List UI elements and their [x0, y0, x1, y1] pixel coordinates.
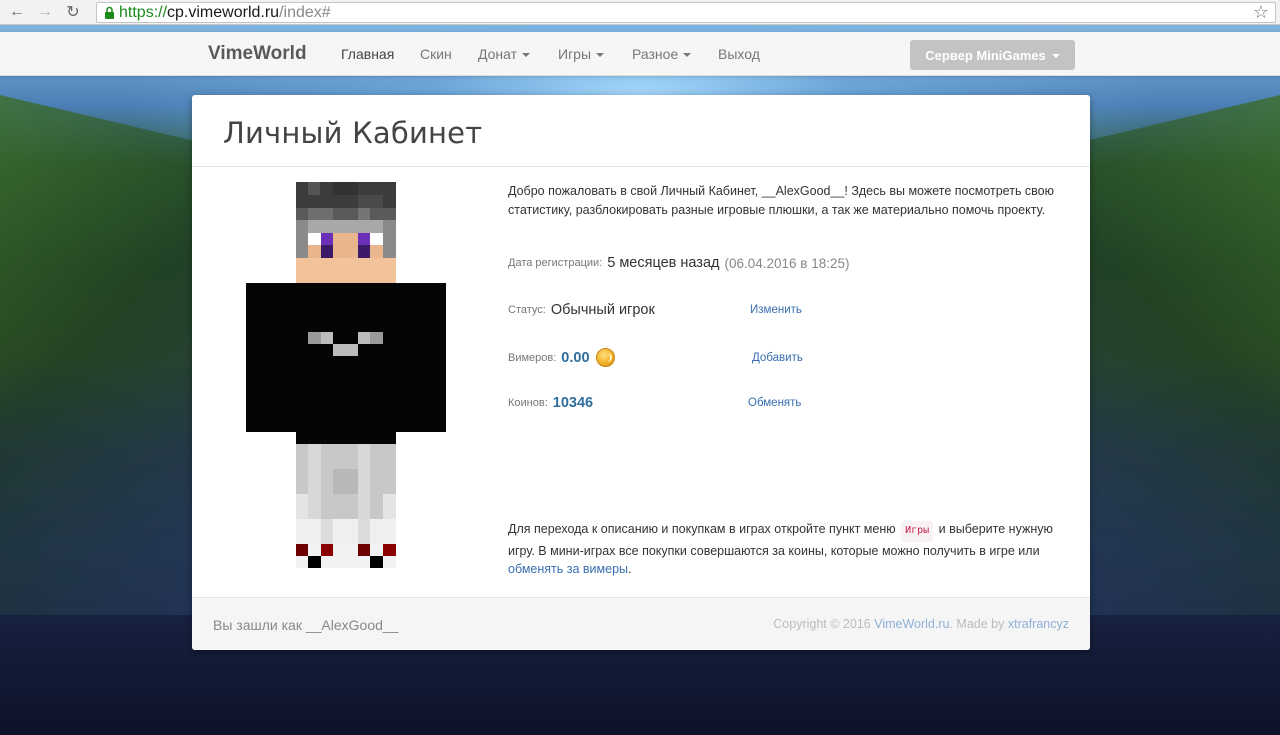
vimers-row: Вимеров: 0.00 Добавить [508, 348, 1058, 367]
coins-value: 10346 [552, 395, 594, 411]
nav-item-logout[interactable]: Выход [718, 46, 760, 62]
coin-icon [595, 348, 615, 367]
caret-down-icon [596, 53, 605, 57]
exchange-coins-link[interactable]: Обменять [748, 397, 801, 409]
player-skin-image [246, 182, 446, 582]
registration-value: 5 месяцев назад [607, 255, 720, 271]
nav-item-label: Главная [341, 46, 395, 62]
server-button-label: Сервер MiniGames [925, 47, 1046, 63]
welcome-text: Добро пожаловать в свой Личный Кабинет, … [508, 184, 1055, 217]
reload-button[interactable]: ↻ [62, 1, 84, 23]
coins-row: Коинов: 10346 Обменять [508, 395, 1058, 411]
card-header: Личный Кабинет [192, 95, 1090, 167]
nav-item-home[interactable]: Главная [341, 46, 394, 62]
site-navbar: VimeWorld Главная Скин Донат Игры Разное… [0, 32, 1280, 76]
nav-item-misc[interactable]: Разное [632, 46, 692, 62]
forward-arrow-icon: → [37, 3, 53, 20]
registration-date: (06.04.2016 в 18:25) [724, 255, 850, 271]
logged-in-as: Вы зашли как __AlexGood__ [213, 617, 398, 633]
status-value: Обычный игрок [550, 302, 655, 318]
status-row: Статус: Обычный игрок Изменить [508, 302, 1058, 318]
caret-down-icon [683, 53, 692, 57]
hint-end: . [628, 562, 632, 576]
change-status-link[interactable]: Изменить [750, 304, 802, 316]
hint-part1: Для перехода к описанию и покупкам в игр… [508, 522, 896, 536]
server-select-button[interactable]: Сервер MiniGames [910, 40, 1075, 70]
caret-down-icon [1051, 54, 1060, 58]
nav-item-label: Донат [478, 46, 518, 62]
url-path: /index# [279, 3, 331, 21]
status-label: Статус: [508, 304, 546, 316]
exchange-for-vimers-link[interactable]: обменять за вимеры [508, 562, 628, 576]
url-scheme: https:// [119, 3, 168, 21]
forward-button[interactable]: → [34, 1, 56, 23]
nav-item-label: Выход [718, 46, 760, 62]
caret-down-icon [522, 53, 531, 57]
back-arrow-icon: ← [9, 3, 25, 20]
account-info: Добро пожаловать в свой Личный Кабинет, … [508, 182, 1058, 576]
browser-toolbar: ← → ↻ https://cp.vimeworld.ru/index# ☆ [0, 0, 1280, 25]
nav-item-label: Разное [632, 46, 679, 62]
page-title: Личный Кабинет [223, 116, 483, 150]
games-menu-code: Игры [901, 521, 934, 542]
reload-icon: ↻ [66, 4, 80, 21]
vimers-value: 0.00 [561, 349, 590, 366]
nav-item-label: Скин [420, 46, 452, 62]
lock-icon [99, 6, 119, 20]
brand-logo[interactable]: VimeWorld [208, 43, 307, 65]
logged-in-username: __AlexGood__ [305, 617, 399, 633]
bookmark-star-icon[interactable]: ☆ [1253, 3, 1269, 22]
site-link[interactable]: VimeWorld.ru [874, 617, 949, 631]
copyright-prefix: Copyright © 2016 [773, 617, 871, 631]
url-host: cp.vimeworld.ru [167, 3, 280, 21]
card-footer: Вы зашли как __AlexGood__ Copyright © 20… [192, 597, 1090, 650]
made-by-prefix: . Made by [949, 617, 1005, 631]
coins-label: Коинов: [508, 397, 548, 409]
copyright: Copyright © 2016 VimeWorld.ru. Made by x… [773, 617, 1069, 631]
nav-item-skin[interactable]: Скин [420, 46, 452, 62]
logged-in-prefix: Вы зашли как [213, 617, 302, 633]
nav-item-donate[interactable]: Донат [478, 46, 531, 62]
nav-item-label: Игры [558, 46, 592, 62]
author-link[interactable]: xtrafrancyz [1008, 617, 1069, 631]
add-vimers-link[interactable]: Добавить [752, 352, 803, 364]
registration-row: Дата регистрации: 5 месяцев назад (06.04… [508, 255, 1058, 271]
account-card: Личный Кабинет Добро пожаловать в свой Л… [192, 95, 1090, 650]
games-hint-text: Для перехода к описанию и покупкам в игр… [508, 520, 1063, 579]
nav-item-games[interactable]: Игры [558, 46, 605, 62]
back-button[interactable]: ← [6, 1, 28, 23]
address-bar[interactable]: https://cp.vimeworld.ru/index# ☆ [96, 2, 1276, 23]
vimers-label: Вимеров: [508, 351, 557, 364]
registration-label: Дата регистрации: [508, 257, 603, 269]
